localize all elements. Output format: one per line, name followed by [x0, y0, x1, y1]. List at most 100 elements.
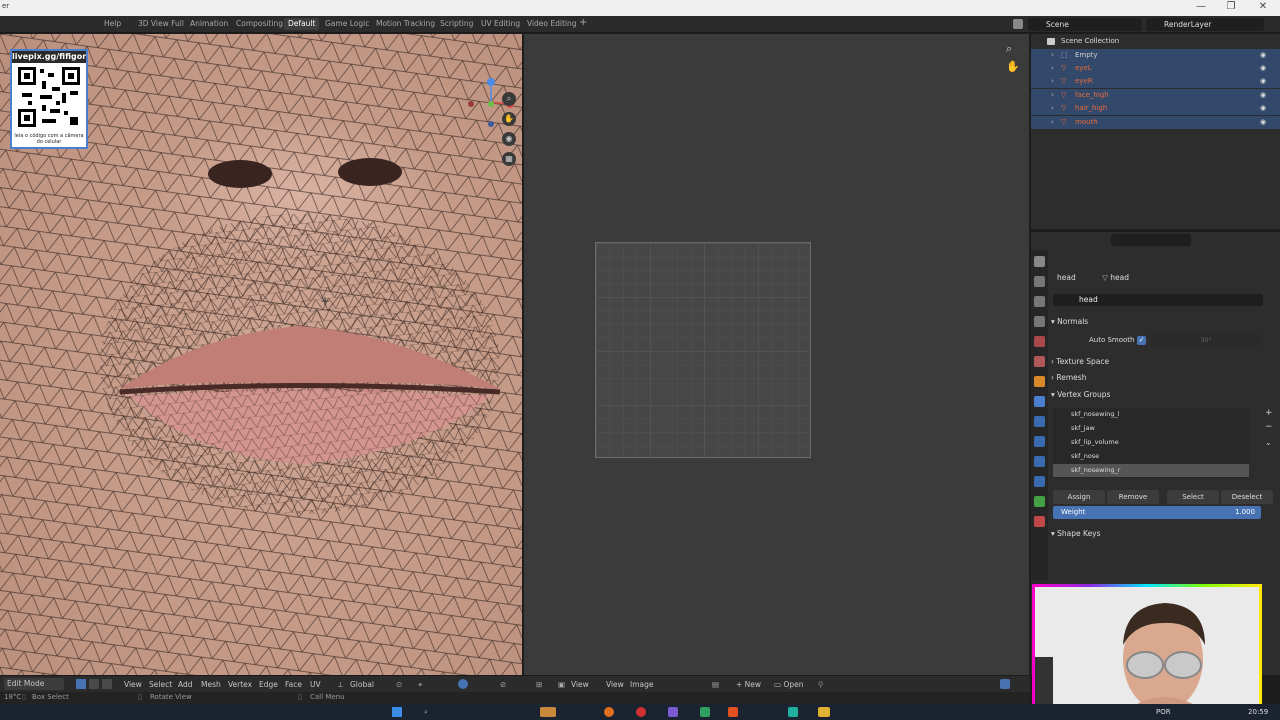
tab-scripting[interactable]: Scripting [440, 19, 473, 28]
properties-search-input[interactable] [1111, 234, 1191, 246]
uv-zoom-icon[interactable]: ⌕ [1006, 42, 1012, 56]
expand-icon[interactable]: › [1051, 75, 1054, 88]
outliner-item-eyel[interactable]: › ▽ eyeL ◉ [1031, 62, 1280, 75]
tab-video-editing[interactable]: Video Editing [527, 19, 577, 28]
taskbar-discord-icon[interactable] [668, 707, 678, 717]
constraints-tab-icon[interactable] [1034, 456, 1045, 467]
outliner-item-empty[interactable]: › ⬚ Empty ◉ [1031, 49, 1280, 62]
shape-keys-header[interactable]: ▾ Shape Keys [1051, 529, 1101, 538]
list-item[interactable]: skf_jaw [1053, 422, 1249, 435]
zoom-icon[interactable]: ⌕ [502, 92, 516, 106]
menu-view[interactable]: View [124, 680, 142, 689]
camera-icon[interactable]: ◉ [502, 132, 516, 146]
expand-icon[interactable]: › [1051, 62, 1054, 75]
taskbar-blender-icon[interactable] [604, 707, 614, 717]
outliner-item-mouth[interactable]: › ▽ mouth ◉ [1031, 116, 1280, 129]
list-item-selected[interactable]: skf_nosewing_r [1053, 464, 1249, 477]
tab-motion-tracking[interactable]: Motion Tracking [376, 19, 435, 28]
tab-animation[interactable]: Animation [190, 19, 228, 28]
remove-vertex-group-icon[interactable]: − [1265, 422, 1273, 432]
proportional-edit-icon[interactable] [458, 679, 468, 689]
taskbar-app4-icon[interactable] [788, 707, 798, 717]
tab-compositing[interactable]: Compositing [236, 19, 283, 28]
menu-add[interactable]: Add [178, 680, 193, 689]
uv-open-button[interactable]: ▭ Open [774, 680, 804, 689]
menu-face[interactable]: Face [285, 680, 302, 689]
select-button[interactable]: Select [1167, 490, 1219, 504]
expand-icon[interactable]: › [1051, 49, 1054, 62]
maximize-button[interactable]: ❐ [1216, 1, 1246, 12]
menu-select[interactable]: Select [149, 680, 172, 689]
weight-slider[interactable]: Weight 1.000 [1053, 506, 1261, 519]
visibility-eye-icon[interactable]: ◉ [1260, 89, 1266, 102]
visibility-eye-icon[interactable]: ◉ [1260, 49, 1266, 62]
close-button[interactable]: ✕ [1248, 1, 1278, 12]
deselect-button[interactable]: Deselect [1221, 490, 1273, 504]
pin-icon[interactable]: ⚲ [818, 680, 824, 689]
list-item[interactable]: skf_nose [1053, 450, 1249, 463]
tab-uv-editing[interactable]: UV Editing [481, 19, 520, 28]
outliner-item-eyer[interactable]: › ▽ eyeR ◉ [1031, 75, 1280, 88]
3d-viewport[interactable]: livepix.gg/fifigor leia o código com a c… [0, 34, 522, 675]
visibility-eye-icon[interactable]: ◉ [1260, 75, 1266, 88]
material-tab-icon[interactable] [1034, 516, 1045, 527]
face-select-icon[interactable] [102, 679, 112, 689]
uv-pan-icon[interactable]: ✋ [1006, 60, 1020, 73]
remesh-header[interactable]: › Remesh [1051, 373, 1086, 382]
overlay-icon[interactable]: ⊘ [500, 680, 506, 689]
windows-start-icon[interactable] [392, 707, 402, 717]
mesh-data-field[interactable]: head [1053, 294, 1263, 306]
object-tab-icon[interactable] [1034, 376, 1045, 387]
taskbar-app2-icon[interactable] [700, 707, 710, 717]
uv-menu-view-2[interactable]: View [606, 680, 624, 689]
uv-editor[interactable]: ⌕ ✋ [524, 34, 1029, 675]
modifier-tab-icon[interactable] [1034, 396, 1045, 407]
visibility-eye-icon[interactable]: ◉ [1260, 116, 1266, 129]
expand-icon[interactable]: › [1051, 89, 1054, 102]
taskbar-app3-icon[interactable] [728, 707, 738, 717]
particles-tab-icon[interactable] [1034, 416, 1045, 427]
remove-button[interactable]: Remove [1107, 490, 1159, 504]
minimize-button[interactable]: — [1186, 1, 1216, 12]
list-item[interactable]: skf_lip_volume [1053, 436, 1249, 449]
pivot-icon[interactable]: ⊙ [396, 680, 402, 689]
expand-icon[interactable]: › [1051, 102, 1054, 115]
tab-3d-view-full[interactable]: 3D View Full [138, 19, 184, 28]
taskbar-app-icon[interactable] [540, 707, 556, 717]
menu-uv[interactable]: UV [310, 680, 321, 689]
uv-menu-view[interactable]: View [571, 680, 589, 689]
object-data-tab-icon[interactable] [1034, 476, 1045, 487]
pan-hand-icon[interactable]: ✋ [502, 112, 516, 126]
tab-game-logic[interactable]: Game Logic [325, 19, 369, 28]
uv-menu-image[interactable]: Image [630, 680, 654, 689]
add-vertex-group-icon[interactable]: + [1265, 408, 1273, 418]
physics-tab-icon[interactable] [1034, 436, 1045, 447]
uv-overlay-icon[interactable] [1000, 679, 1010, 689]
auto-smooth-checkbox[interactable]: ✓ [1137, 336, 1146, 345]
vertex-groups-header[interactable]: ▾ Vertex Groups [1051, 390, 1110, 399]
vertex-select-icon[interactable] [76, 679, 86, 689]
visibility-eye-icon[interactable]: ◉ [1260, 62, 1266, 75]
normals-header[interactable]: ▾ Normals [1051, 317, 1088, 326]
render-tab-icon[interactable] [1034, 276, 1045, 287]
assign-button[interactable]: Assign [1053, 490, 1105, 504]
view-layer-tab-icon[interactable] [1034, 316, 1045, 327]
output-tab-icon[interactable] [1034, 296, 1045, 307]
orientation-selector[interactable]: Global [350, 680, 374, 689]
visibility-eye-icon[interactable]: ◉ [1260, 102, 1266, 115]
uv-editor-type-icon[interactable]: ⊞ [536, 680, 542, 689]
auto-smooth-angle-field[interactable]: 30° [1151, 334, 1261, 346]
menu-help[interactable]: Help [104, 19, 121, 28]
menu-edge[interactable]: Edge [259, 680, 278, 689]
texture-space-header[interactable]: › Texture Space [1051, 357, 1109, 366]
uv-new-button[interactable]: + New [736, 680, 761, 689]
mode-selector[interactable]: Edit Mode [4, 678, 64, 690]
menu-vertex[interactable]: Vertex [228, 680, 252, 689]
expand-icon[interactable]: › [1051, 116, 1054, 129]
keyboard-language[interactable]: POR [1156, 708, 1171, 716]
image-browse-icon[interactable]: ▤ [712, 680, 719, 689]
specials-chevron-down-icon[interactable]: ⌄ [1265, 438, 1272, 447]
snap-icon[interactable]: ⌖ [418, 680, 422, 690]
vertex-group-list[interactable]: skf_nosewing_l skf_jaw skf_lip_volume sk… [1053, 408, 1249, 478]
scene-tab-icon[interactable] [1034, 336, 1045, 347]
